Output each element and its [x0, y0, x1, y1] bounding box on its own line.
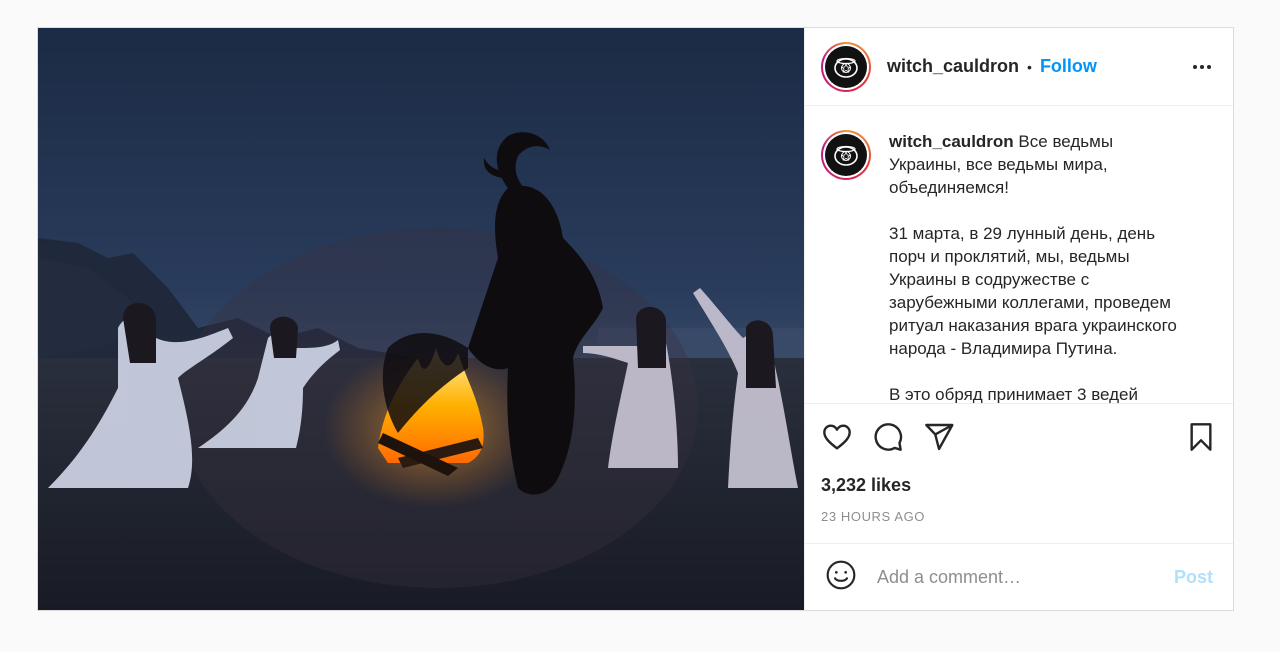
post-header: witch_cauldron • Follow	[805, 28, 1233, 106]
follow-button[interactable]: Follow	[1040, 56, 1097, 77]
likes-count[interactable]: 3,232 likes	[821, 475, 1217, 496]
caption-line: объединяемся!	[889, 178, 1009, 197]
caption-username[interactable]: witch_cauldron	[889, 132, 1014, 151]
comment-bar: Post	[805, 543, 1233, 610]
post-actions-section: 3,232 likes 23 HOURS AGO	[805, 403, 1233, 543]
caption-text: witch_cauldron Все ведьмы Украины, все в…	[889, 130, 1211, 403]
caption-avatar[interactable]	[821, 130, 871, 180]
caption-line: Все ведьмы	[1018, 132, 1114, 151]
beach-ritual-illustration	[38, 28, 804, 610]
caption-line: В это обряд принимает 3 ведей	[889, 385, 1138, 403]
comment-icon[interactable]	[872, 421, 904, 453]
post-card: witch_cauldron • Follow witch_cauldron В…	[37, 27, 1234, 611]
caption-line: Украины в содружестве с	[889, 270, 1090, 289]
send-icon[interactable]	[923, 421, 955, 453]
caption-section: witch_cauldron Все ведьмы Украины, все в…	[805, 106, 1233, 403]
caption-line: порч и проклятий, мы, ведьмы	[889, 247, 1130, 266]
bookmark-icon[interactable]	[1185, 421, 1217, 453]
caption-line: Украины, все ведьмы мира,	[889, 155, 1108, 174]
cauldron-logo-icon	[825, 134, 867, 176]
post-timestamp[interactable]: 23 HOURS AGO	[821, 509, 1217, 524]
post-sidebar: witch_cauldron • Follow witch_cauldron В…	[804, 28, 1233, 610]
more-horizontal-icon[interactable]	[1193, 64, 1211, 69]
header-username[interactable]: witch_cauldron	[887, 56, 1019, 77]
caption-line: народа - Владимира Путина.	[889, 339, 1118, 358]
smiley-icon[interactable]	[825, 559, 857, 596]
action-bar	[821, 404, 1217, 470]
caption-line: ритуал наказания врага украинского	[889, 316, 1177, 335]
post-comment-button[interactable]: Post	[1174, 567, 1213, 588]
caption-line: 31 марта, в 29 лунный день, день	[889, 224, 1156, 243]
post-image[interactable]	[38, 28, 804, 610]
comment-input[interactable]	[877, 566, 1174, 588]
heart-icon[interactable]	[821, 421, 853, 453]
caption-line: зарубежными коллегами, проведем	[889, 293, 1171, 312]
cauldron-logo-icon	[825, 45, 867, 88]
avatar[interactable]	[821, 41, 871, 92]
separator-dot: •	[1027, 58, 1032, 75]
